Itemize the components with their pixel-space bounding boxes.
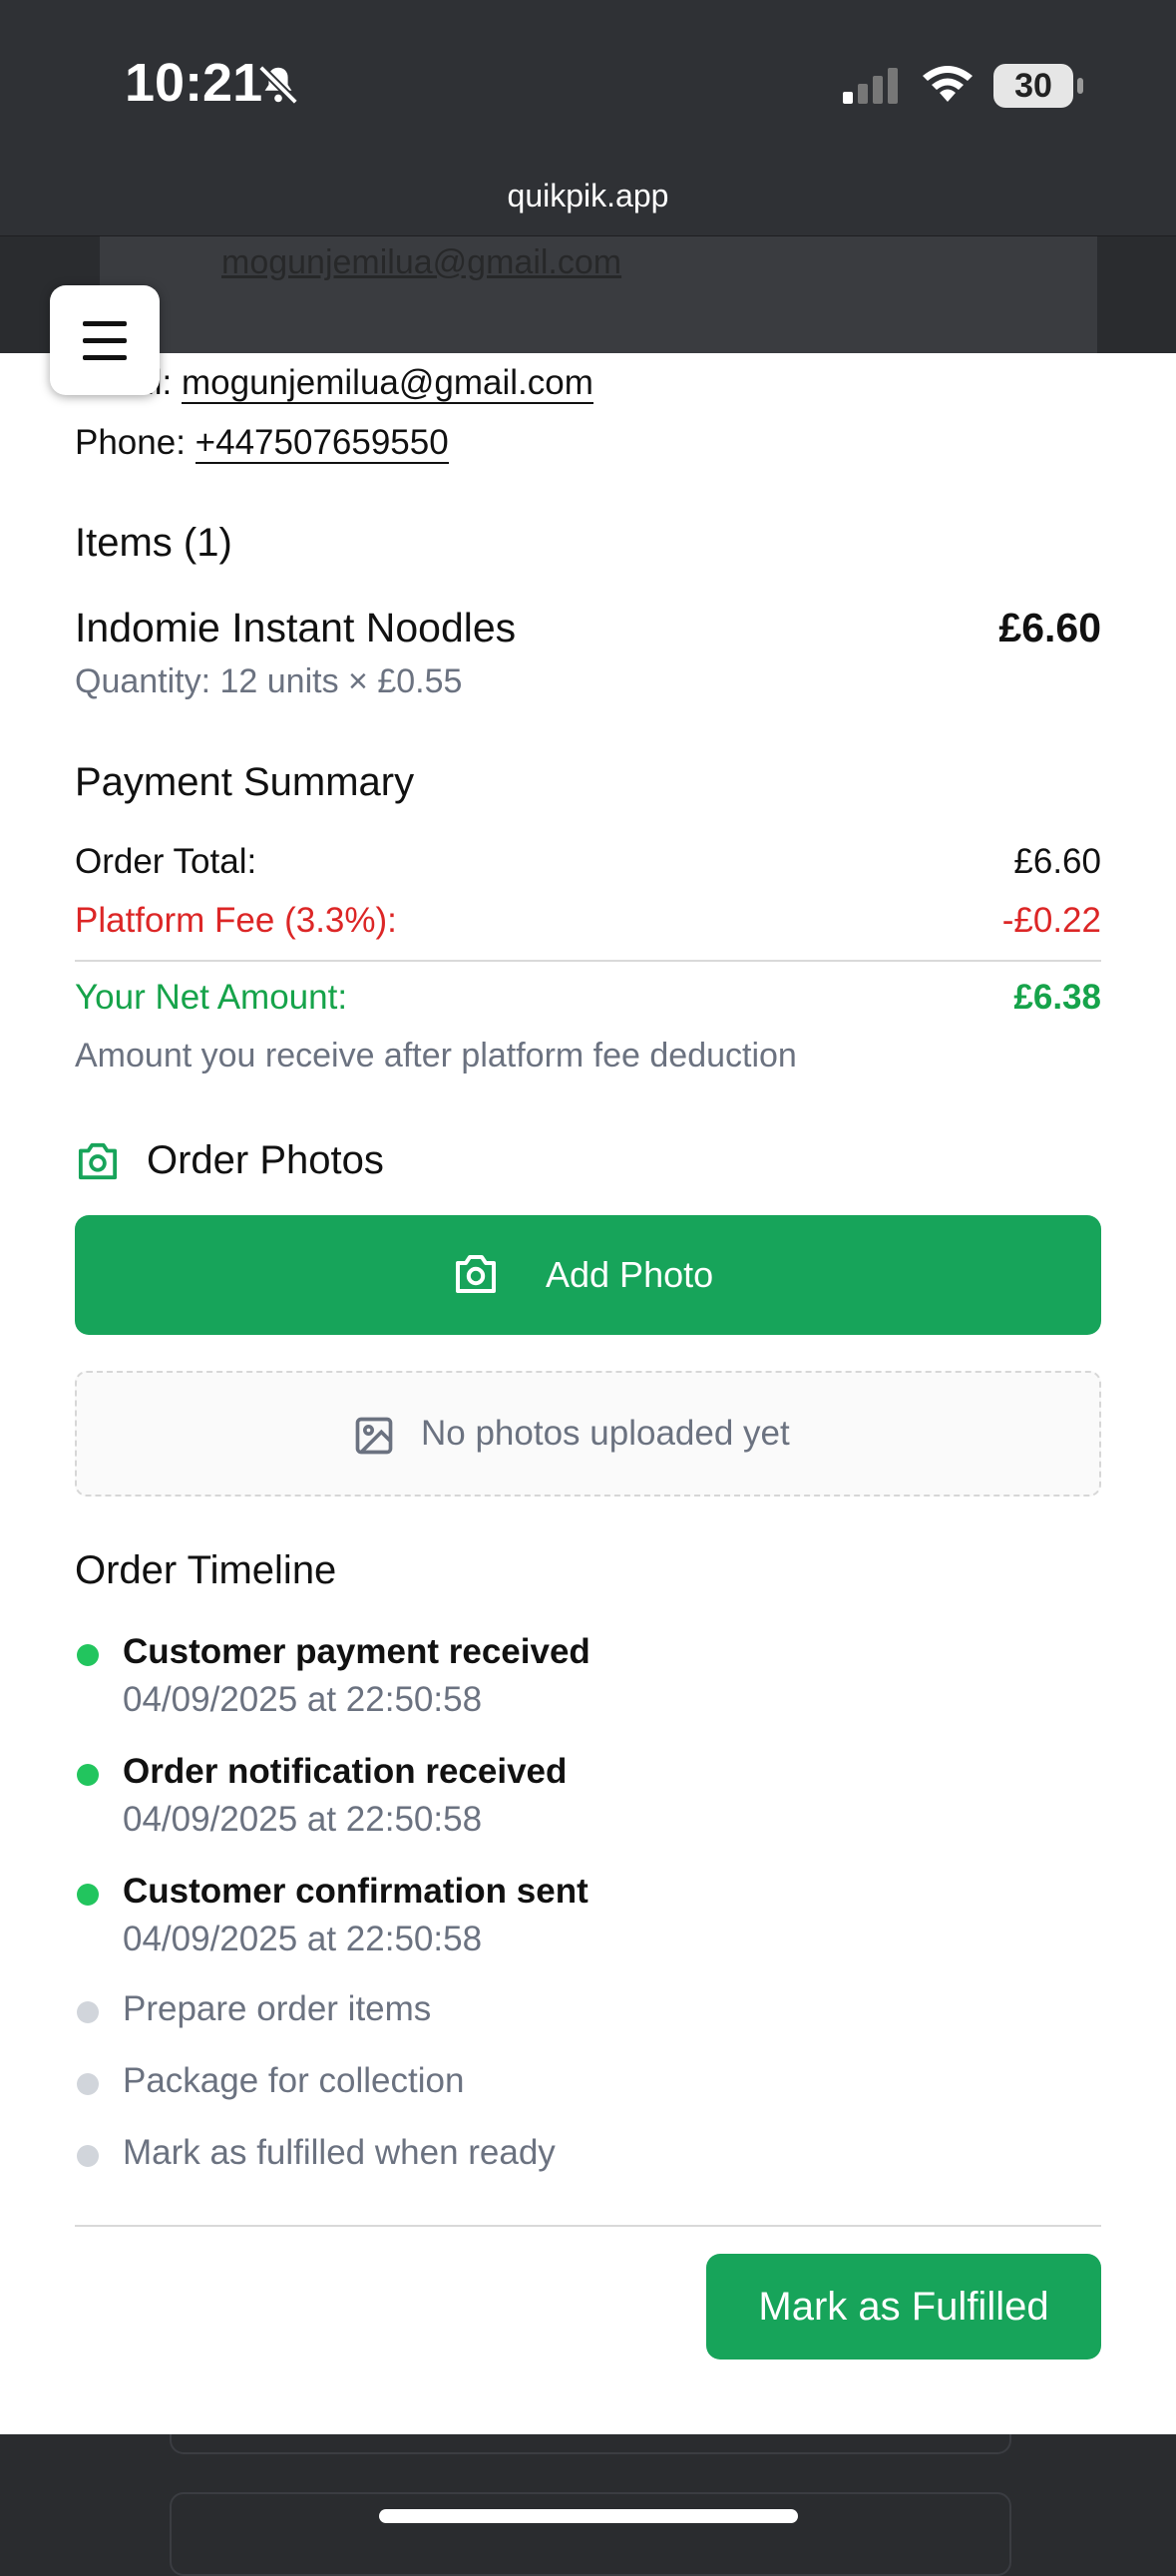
pending-dot-icon (77, 2073, 99, 2095)
browser-url[interactable]: quikpik.app (0, 178, 1176, 215)
menu-button[interactable] (50, 285, 160, 395)
image-icon (352, 1414, 396, 1467)
bell-slash-icon (255, 62, 301, 113)
camera-icon (75, 1141, 121, 1186)
item-quantity: Quantity: 12 units × £0.55 (75, 662, 463, 700)
order-total-label: Order Total: (75, 842, 257, 881)
item-price: £6.60 (998, 605, 1101, 650)
background-card-edge (170, 2434, 1011, 2454)
items-heading: Items (1) (75, 521, 232, 565)
timeline-step-title: Mark as fulfilled when ready (123, 2133, 556, 2172)
background-email: mogunjemilua@gmail.com (221, 243, 622, 281)
pending-dot-icon (77, 2001, 99, 2023)
battery-tip (1077, 78, 1083, 94)
footer-divider (75, 2225, 1101, 2227)
status-time: 10:21 (125, 53, 263, 113)
contact-phone-row: Phone: +447507659550 (75, 423, 449, 464)
payment-summary-heading: Payment Summary (75, 760, 415, 804)
completed-dot-icon (77, 1884, 99, 1906)
battery-icon: 30 (993, 64, 1073, 108)
pending-dot-icon (77, 2145, 99, 2167)
home-indicator[interactable] (379, 2509, 798, 2523)
add-photo-button[interactable]: Add Photo (75, 1215, 1101, 1335)
timeline-step-title: Package for collection (123, 2061, 465, 2100)
timeline-step-time: 04/09/2025 at 22:50:58 (123, 1680, 483, 1719)
hamburger-menu-icon (83, 321, 127, 326)
timeline-step-time: 04/09/2025 at 22:50:58 (123, 1920, 483, 1958)
timeline-step-title: Prepare order items (123, 1989, 432, 2028)
empty-photos-text: No photos uploaded yet (421, 1414, 790, 1453)
completed-dot-icon (77, 1644, 99, 1666)
phone-link[interactable]: +447507659550 (195, 423, 449, 464)
timeline-step-title: Order notification received (123, 1752, 568, 1791)
net-amount-value: £6.38 (1013, 978, 1101, 1017)
net-amount-label: Your Net Amount: (75, 978, 348, 1017)
order-timeline-heading: Order Timeline (75, 1548, 337, 1592)
mark-as-fulfilled-button[interactable]: Mark as Fulfilled (706, 2254, 1101, 2360)
timeline-step-title: Customer confirmation sent (123, 1872, 588, 1911)
photos-empty-state: No photos uploaded yet (75, 1371, 1101, 1497)
hamburger-line (83, 338, 127, 343)
completed-dot-icon (77, 1764, 99, 1786)
phone-label: Phone: (75, 423, 186, 462)
background-card-next (170, 2492, 1011, 2576)
platform-fee-label: Platform Fee (3.3%): (75, 901, 397, 940)
platform-fee-value: -£0.22 (1001, 901, 1101, 940)
camera-icon (452, 1253, 500, 1304)
timeline-step-title: Customer payment received (123, 1632, 590, 1671)
hamburger-line (83, 355, 127, 360)
summary-divider (75, 960, 1101, 962)
net-amount-note: Amount you receive after platform fee de… (75, 1037, 797, 1074)
wifi-icon (920, 64, 976, 111)
item-name: Indomie Instant Noodles (75, 605, 517, 650)
order-total-value: £6.60 (1013, 842, 1101, 881)
email-link[interactable]: mogunjemilua@gmail.com (181, 363, 593, 404)
timeline-step-time: 04/09/2025 at 22:50:58 (123, 1800, 483, 1839)
cellular-signal-icon (841, 66, 901, 111)
order-photos-heading: Order Photos (147, 1138, 384, 1182)
add-photo-label: Add Photo (546, 1254, 714, 1295)
order-details-sheet: Email: mogunjemilua@gmail.com Phone: +44… (0, 353, 1176, 2434)
